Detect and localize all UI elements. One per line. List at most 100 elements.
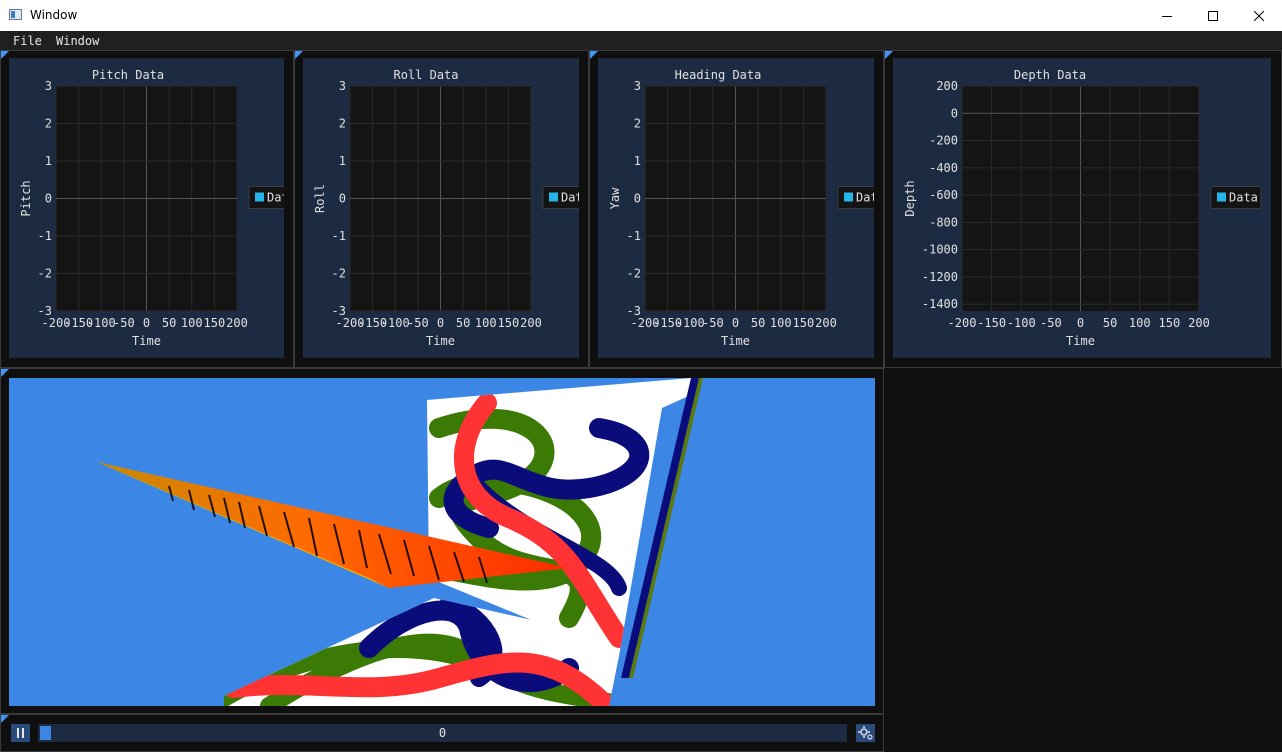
y-tick-label: 0 xyxy=(951,106,958,120)
settings-button[interactable] xyxy=(856,724,875,742)
x-tick-label: -100 xyxy=(381,316,410,330)
minimize-button[interactable] xyxy=(1144,0,1190,31)
menu-file[interactable]: File xyxy=(13,34,42,48)
heading-chart[interactable]: -200-150-100-50 0 50 100 150 2003210-1-2-3Hea… xyxy=(598,58,889,358)
x-tick-label: 0 xyxy=(1077,316,1084,330)
y-tick-label: 3 xyxy=(45,79,52,93)
heading-plot: -200 -150 -100 -50 0 50 100 150 200 3 2 1 0 -1 -2 -3 Hea… xyxy=(598,58,889,358)
menu-bar: File Window xyxy=(0,31,1282,50)
empty-dock-area xyxy=(884,368,1282,752)
x-tick-label: -50 xyxy=(702,316,724,330)
y-tick-label: -1 xyxy=(38,229,52,243)
title-bar: Window xyxy=(0,0,1282,31)
y-axis-label: Pitch xyxy=(19,180,33,216)
y-tick-label: -1 xyxy=(627,229,641,243)
close-icon xyxy=(1254,10,1264,21)
x-tick-label: -50 xyxy=(407,316,429,330)
x-tick-label: 50 xyxy=(1103,316,1117,330)
panel-resize-grip[interactable] xyxy=(295,51,303,59)
x-tick-label: 0 xyxy=(732,316,739,330)
x-axis-label: Time xyxy=(132,334,161,348)
app-window-icon xyxy=(9,9,22,20)
y-tick-label: 1 xyxy=(45,154,52,168)
y-tick-label: -1 xyxy=(332,229,346,243)
y-tick-label: -1200 xyxy=(922,270,958,284)
legend[interactable]: Data xyxy=(837,186,889,209)
y-axis-label: Depth xyxy=(903,180,917,216)
y-tick-label: -1400 xyxy=(922,297,958,311)
x-tick-label: 150 xyxy=(204,316,226,330)
x-tick-label: -100 xyxy=(1007,316,1036,330)
y-tick-label: -3 xyxy=(38,304,52,318)
y-tick-label: 3 xyxy=(339,79,346,93)
minimize-icon xyxy=(1162,15,1172,17)
x-tick-label: 200 xyxy=(226,316,248,330)
menu-window[interactable]: Window xyxy=(56,34,99,48)
close-button[interactable] xyxy=(1236,0,1282,31)
x-tick-label: 100 xyxy=(770,316,792,330)
x-tick-label: -50 xyxy=(113,316,135,330)
plot-title: Heading Data xyxy=(675,68,762,82)
x-tick-label: 200 xyxy=(520,316,542,330)
pitch-chart[interactable]: -200-150-100-50 0 50 100 150 2003210-1-2-3Pit… xyxy=(9,58,300,358)
panel-resize-grip[interactable] xyxy=(885,51,893,59)
x-tick-label: 50 xyxy=(751,316,765,330)
y-tick-label: 0 xyxy=(634,192,641,206)
y-tick-label: -2 xyxy=(332,267,346,281)
depth-chart[interactable]: -200 -150 -100 -50 0 50 100 150 2002000-200-400-… xyxy=(893,58,1271,358)
y-tick-label: -200 xyxy=(929,134,958,148)
y-tick-label: 200 xyxy=(936,79,958,93)
y-tick-label: -400 xyxy=(929,161,958,175)
x-tick-label: 150 xyxy=(1159,316,1181,330)
legend[interactable]: Data xyxy=(248,186,300,209)
pause-button[interactable] xyxy=(11,724,30,742)
y-tick-label: 3 xyxy=(634,79,641,93)
y-tick-label: -3 xyxy=(332,304,346,318)
y-tick-label: -2 xyxy=(38,267,52,281)
3d-scene-render xyxy=(97,378,703,706)
y-tick-label: -600 xyxy=(929,188,958,202)
legend-swatch xyxy=(1217,192,1226,202)
y-tick-label: 2 xyxy=(634,117,641,131)
x-tick-label: 50 xyxy=(162,316,176,330)
x-tick-label: -50 xyxy=(1040,316,1062,330)
y-tick-label: 1 xyxy=(339,154,346,168)
roll-chart[interactable]: -200-150-100-50 0 50 100 150 2003210-1-2-3Rol… xyxy=(303,58,594,358)
panel-resize-grip[interactable] xyxy=(1,51,9,59)
x-axis-label: Time xyxy=(721,334,750,348)
y-tick-label: 2 xyxy=(45,117,52,131)
x-tick-label: -100 xyxy=(676,316,705,330)
y-tick-label: -800 xyxy=(929,215,958,229)
maximize-button[interactable] xyxy=(1190,0,1236,31)
panel-resize-grip[interactable] xyxy=(590,51,598,59)
x-tick-label: 100 xyxy=(181,316,203,330)
legend[interactable]: Data xyxy=(1210,186,1262,209)
legend[interactable]: Data xyxy=(542,186,594,209)
x-tick-label: -200 xyxy=(948,316,977,330)
y-axis-label: Yaw xyxy=(608,187,622,209)
pitch-plot: -200 -150 -100 -50 0 50 100 150 200 3 2 1 0 -1 -2 -3 Pit… xyxy=(9,58,300,358)
x-axis-label: Time xyxy=(426,334,455,348)
pause-icon xyxy=(17,728,24,738)
y-tick-label: 0 xyxy=(339,192,346,206)
playback-slider[interactable]: 0 xyxy=(38,724,847,742)
maximize-icon xyxy=(1208,10,1218,21)
x-tick-label: 100 xyxy=(1129,316,1151,330)
x-tick-label: 200 xyxy=(815,316,837,330)
panel-resize-grip[interactable] xyxy=(1,715,9,723)
roll-plot: -200 -150 -100 -50 0 50 100 150 200 3 2 1 0 -1 -2 -3 Rol… xyxy=(303,58,594,358)
y-tick-label: -1000 xyxy=(922,243,958,257)
depth-plot: -200 -150 -100 -50 0 50 100 150 200 200 0 -200 -400-… xyxy=(893,58,1271,358)
3d-viewport[interactable] xyxy=(9,378,875,706)
x-tick-label: 150 xyxy=(498,316,520,330)
plot-title: Pitch Data xyxy=(92,68,164,82)
x-tick-label: 50 xyxy=(456,316,470,330)
legend-label: Data xyxy=(856,191,874,205)
settings-icon xyxy=(858,726,873,740)
panel-resize-grip[interactable] xyxy=(1,369,9,377)
slider-value: 0 xyxy=(438,726,447,740)
y-tick-label: -2 xyxy=(627,267,641,281)
y-tick-label: 0 xyxy=(45,192,52,206)
y-tick-label: 1 xyxy=(634,154,641,168)
x-axis-label: Time xyxy=(1066,334,1095,348)
